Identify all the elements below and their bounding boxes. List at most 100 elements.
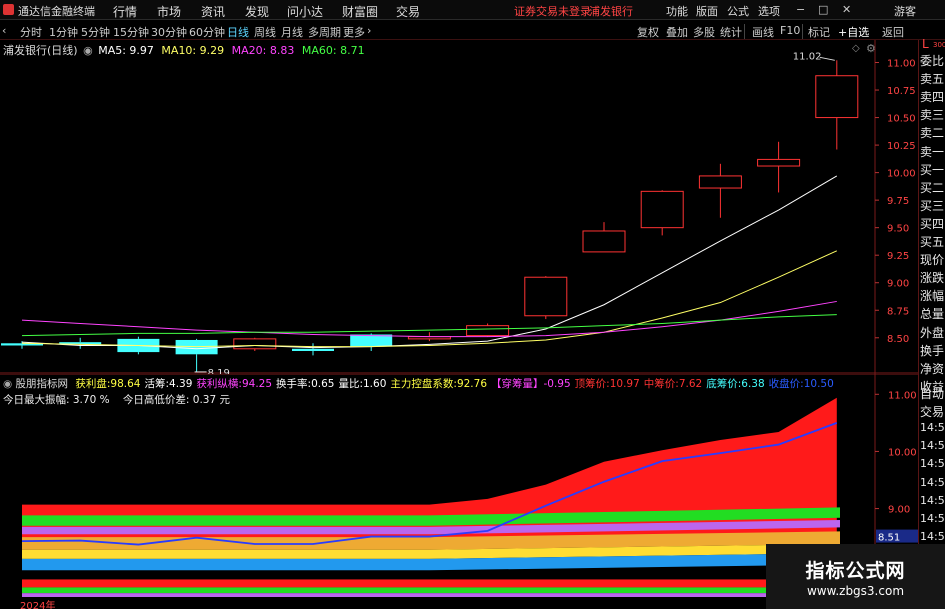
indicator-item-label: 底筹价: xyxy=(706,378,742,390)
menu-item-wealth-circle[interactable]: 财富圈 xyxy=(342,3,378,20)
kline-chart-panel[interactable]: 11.00 10.75 10.50 10.25 10.00 9.75 9.50 9.25 9.0… xyxy=(0,40,945,374)
indicator-legend: ◉ 股朋指标网 获利盘:98.64 活筹:4.39 获利纵横:94.25 换手率:0.… xyxy=(3,376,834,391)
guest-user-label[interactable]: 游客 xyxy=(894,3,916,19)
high-pointer-arrow xyxy=(819,56,835,61)
stock-name-header: 浦发银行 xyxy=(589,5,633,18)
auto-trade-label[interactable]: 自动 xyxy=(920,385,945,402)
quote-field-label: 买五 xyxy=(920,235,945,249)
indicator-item-value: 98.64 xyxy=(110,378,141,390)
collapse-arrow-icon[interactable]: ‹ xyxy=(2,24,6,37)
quote-field-label: 卖一 xyxy=(920,144,945,159)
current-value-label: 8.51 xyxy=(878,533,900,544)
toolbar-button-adjust[interactable]: 复权 xyxy=(637,24,659,40)
indicator-item-label: 顶筹价: xyxy=(574,378,610,390)
price-tick-label: 9.25 xyxy=(887,251,909,262)
tick-time-label: 14:56 xyxy=(920,493,945,507)
app-title: 通达信金融终端 xyxy=(18,5,95,18)
period-toolbar: ‹ 分时 1分钟 5分钟 15分钟 30分钟 60分钟 日线 周线 月线 多周期… xyxy=(0,20,945,40)
toolbar-button-mark[interactable]: 标记 xyxy=(808,24,830,40)
candle-body-up xyxy=(233,338,277,350)
menu-item-functions[interactable]: 功能 xyxy=(666,3,688,19)
settings-icon[interactable]: ⚙ xyxy=(866,42,876,55)
quote-field-label: 外盘 xyxy=(920,325,945,340)
tick-time-label: 14:56 xyxy=(920,421,945,435)
period-tab-1min[interactable]: 1分钟 xyxy=(49,24,78,40)
quote-field-label: 卖五 xyxy=(920,72,945,87)
price-tick-label: 9.50 xyxy=(887,224,909,235)
close-icon[interactable]: ✕ xyxy=(842,3,851,16)
x-axis-year-label: 2024年 xyxy=(20,601,56,609)
kline-chart-svg[interactable]: 11.00 10.75 10.50 10.25 10.00 9.75 9.50 9.25 9.0… xyxy=(0,40,918,374)
indicator-item-value: 10.97 xyxy=(609,378,640,390)
period-tab-daily[interactable]: 日线 xyxy=(227,24,249,40)
quote-field-label: 委比 xyxy=(920,54,945,68)
price-tick-label: 10.75 xyxy=(887,86,916,97)
toolbar-button-back[interactable]: 返回 xyxy=(882,24,904,40)
quote-field-label: 换手 xyxy=(920,343,945,358)
toolbar-button-add-favorite[interactable]: +自选 xyxy=(838,24,869,40)
indicator-item-label: 获利纵横: xyxy=(196,378,242,390)
login-status-warning[interactable]: 证券交易未登录 xyxy=(514,3,591,19)
period-tab-60min[interactable]: 60分钟 xyxy=(189,24,225,40)
menu-item-formula[interactable]: 公式 xyxy=(727,3,749,19)
candle-body-down xyxy=(292,348,334,351)
indicator-settings-icon[interactable]: ◉ xyxy=(3,378,12,390)
indicator-item-label: 活筹: xyxy=(144,378,170,390)
menu-item-options[interactable]: 选项 xyxy=(758,3,780,19)
candle-body-up xyxy=(524,276,568,317)
maximize-icon[interactable]: □ xyxy=(818,3,828,16)
ma10-label: MA10: 9.29 xyxy=(161,44,225,57)
menu-item-layout[interactable]: 版面 xyxy=(696,3,718,19)
quote-field-label: 买三 xyxy=(920,198,945,213)
ind-tick-label: 10.00 xyxy=(888,447,917,458)
toolbar-button-f10[interactable]: F10 xyxy=(780,24,800,37)
high-price-label: 11.02 xyxy=(793,51,822,62)
ind-tick-label: 9.00 xyxy=(888,505,910,516)
quote-field-label: 卖四 xyxy=(920,90,945,105)
candle-body-down xyxy=(175,339,218,355)
toolbar-separator xyxy=(802,24,803,39)
menu-item-market-quote[interactable]: 行情 xyxy=(113,3,137,20)
menu-item-discover[interactable]: 发现 xyxy=(245,3,269,20)
period-tab-weekly[interactable]: 周线 xyxy=(254,24,276,40)
lower-red-band xyxy=(22,579,840,588)
watermark-title: 指标公式网 xyxy=(805,560,906,582)
price-tick-label: 9.00 xyxy=(887,279,909,290)
price-tick-label: 10.00 xyxy=(887,169,916,180)
tick-time-label: 14:56 xyxy=(920,475,945,489)
indicator-summary-line: 今日最大振幅: 3.70 % 今日高低价差: 0.37 元 xyxy=(3,394,231,406)
chevron-right-icon[interactable]: › xyxy=(367,24,371,37)
quote-field-label: 涨幅 xyxy=(920,289,945,304)
menu-item-ask-xiaoda[interactable]: 问小达 xyxy=(287,3,323,20)
menu-item-market[interactable]: 市场 xyxy=(157,3,181,20)
quote-field-label: 买一 xyxy=(920,162,945,177)
quote-field-label: 总量 xyxy=(920,307,945,322)
indicator-item-label: 量比: xyxy=(338,378,363,390)
indicator-item-value: 94.25 xyxy=(241,378,273,390)
lower-purple-band xyxy=(22,593,840,597)
indicator-toggle-icon[interactable]: ◉ xyxy=(83,44,93,57)
toolbar-button-overlay[interactable]: 叠加 xyxy=(666,24,688,40)
lower-green-band xyxy=(22,587,840,594)
minimize-icon[interactable]: − xyxy=(796,3,805,16)
indicator-item-value: 6.38 xyxy=(741,378,765,390)
period-tab-30min[interactable]: 30分钟 xyxy=(151,24,187,40)
period-tab-5min[interactable]: 5分钟 xyxy=(81,24,110,40)
period-tab-multi[interactable]: 多周期 xyxy=(308,24,341,40)
indicator-name: 股朋指标网 xyxy=(15,378,69,390)
auto-trade-label[interactable]: 交易 xyxy=(920,403,945,420)
toolbar-button-multi-stock[interactable]: 多股 xyxy=(693,24,715,40)
period-tab-15min[interactable]: 15分钟 xyxy=(113,24,149,40)
diamond-icon[interactable]: ◇ xyxy=(852,43,860,54)
toolbar-button-stats[interactable]: 统计 xyxy=(720,24,742,40)
ma10-line xyxy=(21,250,838,348)
menu-item-news[interactable]: 资讯 xyxy=(201,3,225,20)
ma20-line xyxy=(21,300,837,338)
site-watermark: 指标公式网 www.zbgs3.com xyxy=(766,544,945,609)
period-tab-timeshare[interactable]: 分时 xyxy=(20,24,42,40)
quote-field-label: 卖二 xyxy=(920,126,945,141)
period-more-button[interactable]: 更多 xyxy=(343,24,365,40)
menu-item-trade[interactable]: 交易 xyxy=(396,3,420,20)
toolbar-button-draw[interactable]: 画线 xyxy=(752,24,774,40)
period-tab-monthly[interactable]: 月线 xyxy=(281,24,303,40)
